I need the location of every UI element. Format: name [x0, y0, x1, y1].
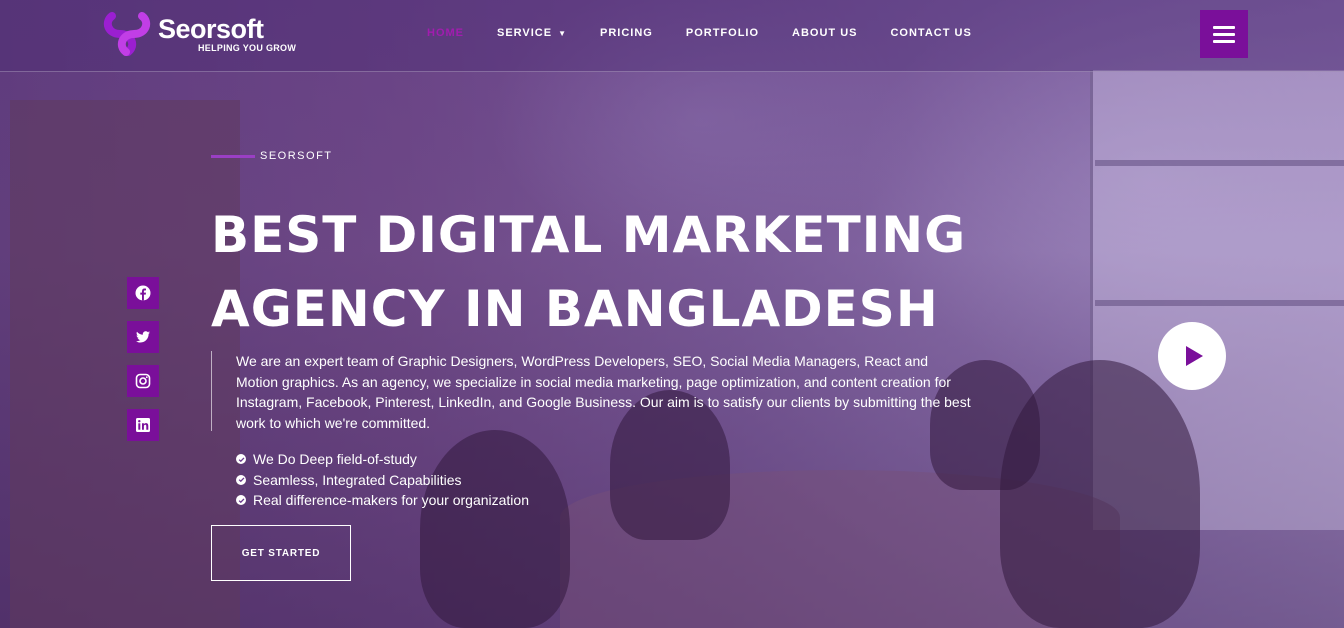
nav-about-us[interactable]: ABOUT US — [792, 27, 857, 39]
nav-pricing[interactable]: PRICING — [600, 27, 653, 39]
play-icon — [1186, 346, 1203, 366]
linkedin-icon — [136, 418, 150, 432]
instagram-button[interactable] — [127, 365, 159, 397]
hamburger-icon — [1213, 25, 1235, 29]
hero-description: We are an expert team of Graphic Designe… — [236, 353, 971, 431]
nav-portfolio[interactable]: PORTFOLIO — [686, 27, 759, 39]
list-item: Seamless, Integrated Capabilities — [236, 470, 529, 491]
logo-tagline: HELPING YOU GROW — [198, 43, 297, 53]
checklist-text: Seamless, Integrated Capabilities — [253, 471, 462, 488]
twitter-button[interactable] — [127, 321, 159, 353]
nav-service[interactable]: SERVICE ▼ — [497, 27, 567, 39]
eyebrow-line — [211, 154, 255, 158]
hero-title-line-2: AGENCY IN BANGLADESH — [211, 280, 939, 338]
hamburger-icon-bar — [1213, 39, 1235, 43]
linkedin-button[interactable] — [127, 409, 159, 441]
caret-down-icon: ▼ — [558, 28, 568, 38]
instagram-icon — [135, 373, 151, 389]
list-item: We Do Deep field-of-study — [236, 449, 529, 470]
nav-service-label: SERVICE — [497, 27, 553, 39]
hero-description-block: We are an expert team of Graphic Designe… — [211, 351, 971, 433]
check-circle-icon — [236, 474, 246, 485]
hamburger-menu-button[interactable] — [1200, 10, 1248, 58]
logo-name: Seorsoft — [158, 14, 264, 44]
checklist-text: Real difference-makers for your organiza… — [253, 492, 529, 508]
check-circle-icon — [236, 495, 246, 506]
logo-mark-icon — [103, 12, 151, 56]
site-header: Seorsoft HELPING YOU GROW HOME SERVICE ▼… — [0, 0, 1344, 72]
facebook-button[interactable] — [127, 277, 159, 309]
hero-title-line-1: BEST DIGITAL MARKETING — [211, 206, 967, 264]
list-item: Real difference-makers for your organiza… — [236, 490, 529, 511]
background-person — [1000, 360, 1200, 628]
background-door — [10, 100, 240, 628]
hero-eyebrow: SEORSOFT — [211, 150, 333, 162]
get-started-button[interactable]: GET STARTED — [211, 525, 351, 581]
window-frame — [1095, 160, 1344, 166]
twitter-icon — [136, 331, 150, 343]
window-frame — [1095, 300, 1344, 306]
logo[interactable]: Seorsoft HELPING YOU GROW — [102, 8, 296, 60]
play-video-button[interactable] — [1158, 322, 1226, 390]
main-nav: HOME SERVICE ▼ PRICING PORTFOLIO ABOUT U… — [427, 27, 1005, 39]
hero-title: BEST DIGITAL MARKETING AGENCY IN BANGLAD… — [211, 198, 971, 346]
feature-checklist: We Do Deep field-of-study Seamless, Inte… — [236, 449, 529, 511]
nav-home[interactable]: HOME — [427, 27, 464, 39]
description-divider — [211, 351, 212, 431]
eyebrow-text: SEORSOFT — [260, 150, 333, 162]
facebook-icon — [135, 285, 151, 301]
hamburger-icon-bar — [1213, 32, 1235, 36]
check-circle-icon — [236, 454, 246, 465]
nav-contact-us[interactable]: CONTACT US — [890, 27, 971, 39]
social-links — [127, 277, 159, 453]
checklist-text: We Do Deep field-of-study — [253, 451, 417, 467]
